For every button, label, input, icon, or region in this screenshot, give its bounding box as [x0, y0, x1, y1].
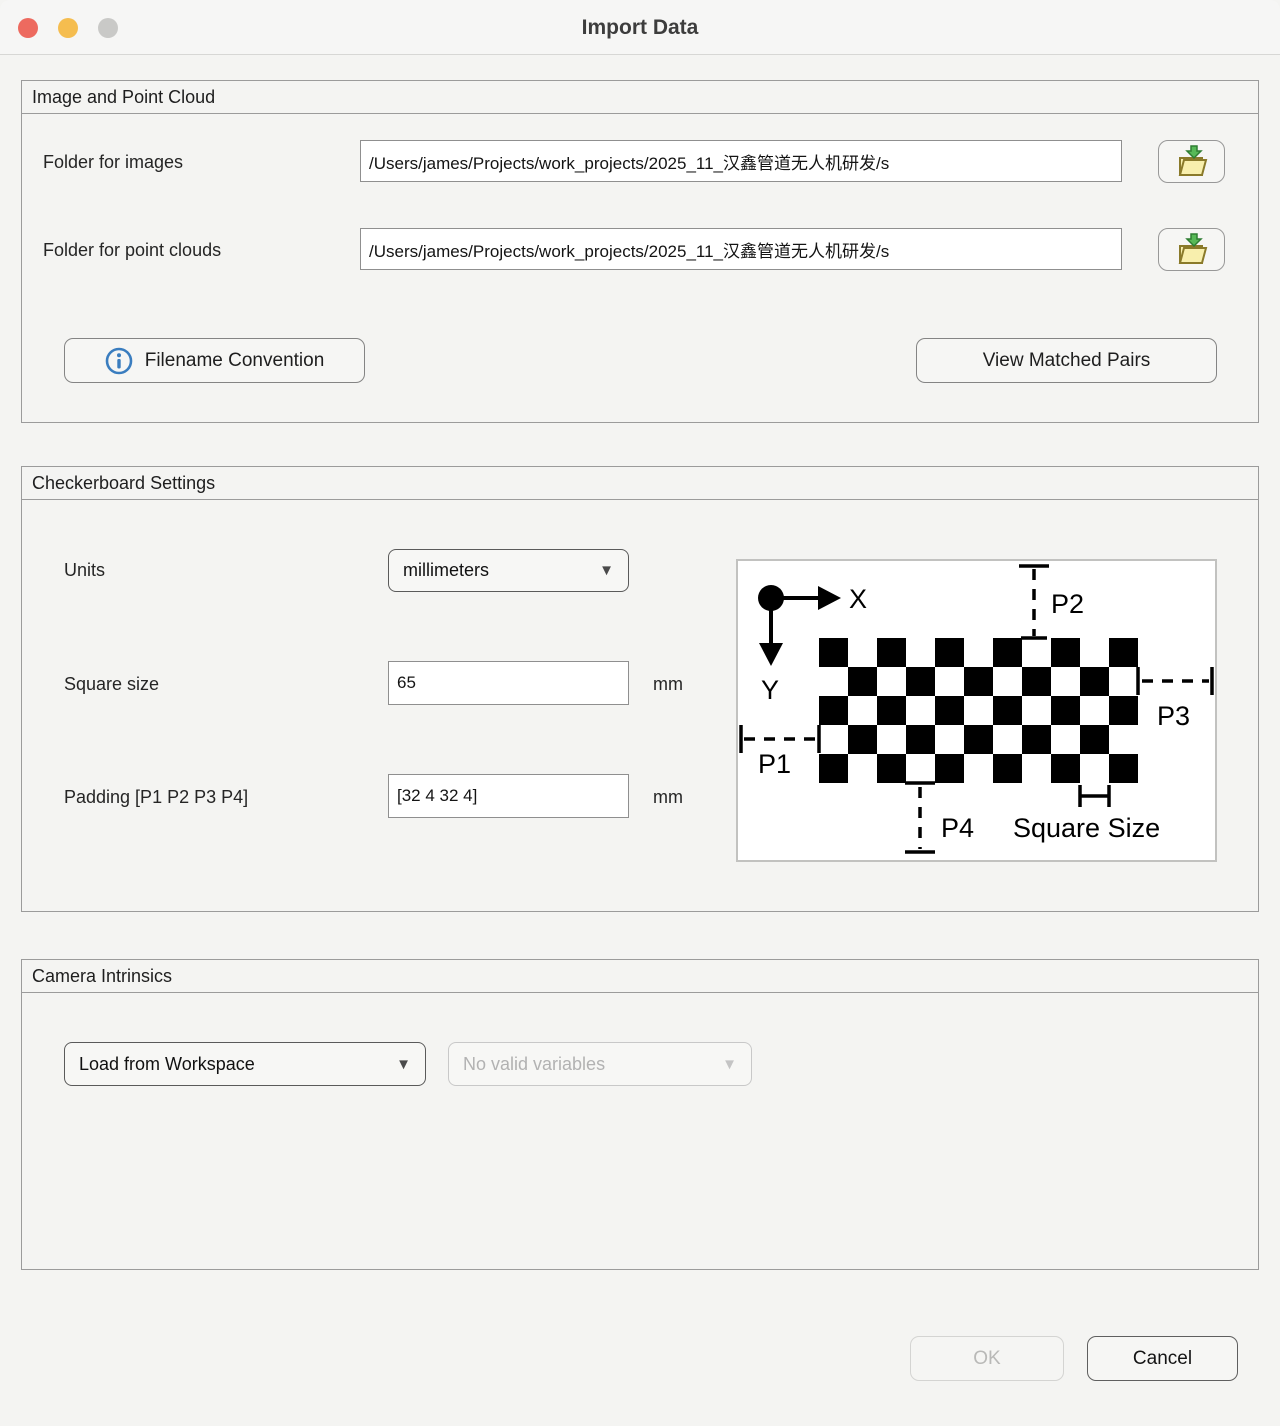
camera-intrinsics-title: Camera Intrinsics [22, 960, 1258, 993]
info-icon [105, 347, 133, 375]
square-size-input[interactable] [388, 661, 629, 705]
units-label: Units [64, 560, 105, 581]
p3-marker [1138, 667, 1212, 695]
square-size-unit: mm [653, 674, 683, 695]
folder-pointclouds-label: Folder for point clouds [43, 240, 221, 261]
camera-intrinsics-panel: Camera Intrinsics Load from Workspace ▼ … [21, 959, 1259, 1270]
checkerboard-pattern [819, 638, 1138, 783]
svg-text:Square Size: Square Size [1013, 813, 1160, 843]
p4-marker [905, 783, 935, 852]
browse-images-button[interactable] [1158, 140, 1225, 183]
svg-text:X: X [849, 584, 867, 614]
intrinsics-source-value: Load from Workspace [79, 1054, 255, 1075]
titlebar: Import Data [0, 0, 1280, 55]
padding-label: Padding [P1 P2 P3 P4] [64, 787, 248, 808]
checkerboard-settings-title: Checkerboard Settings [22, 467, 1258, 500]
padding-input[interactable] [388, 774, 629, 818]
svg-text:Y: Y [761, 675, 779, 705]
units-dropdown[interactable]: millimeters ▼ [388, 549, 629, 592]
svg-text:P1: P1 [758, 749, 791, 779]
open-folder-icon [1172, 232, 1212, 268]
ok-button[interactable]: OK [910, 1336, 1064, 1381]
square-size-label: Square size [64, 674, 159, 695]
square-size-marker [1080, 785, 1109, 807]
folder-images-input[interactable] [360, 140, 1122, 182]
checkerboard-diagram-svg: X Y P2 P3 [738, 561, 1215, 860]
intrinsics-variable-value: No valid variables [463, 1054, 605, 1075]
cancel-button[interactable]: Cancel [1087, 1336, 1238, 1381]
padding-unit: mm [653, 787, 683, 808]
open-folder-icon [1172, 144, 1212, 180]
browse-pointclouds-button[interactable] [1158, 228, 1225, 271]
checkerboard-settings-panel: Checkerboard Settings Units millimeters … [21, 466, 1259, 912]
view-matched-pairs-button[interactable]: View Matched Pairs [916, 338, 1217, 383]
filename-convention-button[interactable]: Filename Convention [64, 338, 365, 383]
svg-text:P4: P4 [941, 813, 974, 843]
filename-convention-label: Filename Convention [145, 350, 325, 372]
chevron-down-icon: ▼ [599, 562, 614, 579]
folder-pointclouds-input[interactable] [360, 228, 1122, 270]
folder-images-label: Folder for images [43, 152, 183, 173]
intrinsics-variable-dropdown: No valid variables ▼ [448, 1042, 752, 1086]
svg-text:P3: P3 [1157, 701, 1190, 731]
chevron-down-icon: ▼ [722, 1056, 737, 1073]
p2-marker [1019, 566, 1049, 638]
checkerboard-diagram: X Y P2 P3 [736, 559, 1217, 862]
intrinsics-source-dropdown[interactable]: Load from Workspace ▼ [64, 1042, 426, 1086]
chevron-down-icon: ▼ [396, 1056, 411, 1073]
window-title: Import Data [0, 0, 1280, 55]
image-point-cloud-title: Image and Point Cloud [22, 81, 1258, 114]
svg-text:P2: P2 [1051, 589, 1084, 619]
view-matched-pairs-label: View Matched Pairs [983, 350, 1151, 372]
units-value: millimeters [403, 560, 489, 581]
image-point-cloud-panel: Image and Point Cloud Folder for images … [21, 80, 1259, 423]
